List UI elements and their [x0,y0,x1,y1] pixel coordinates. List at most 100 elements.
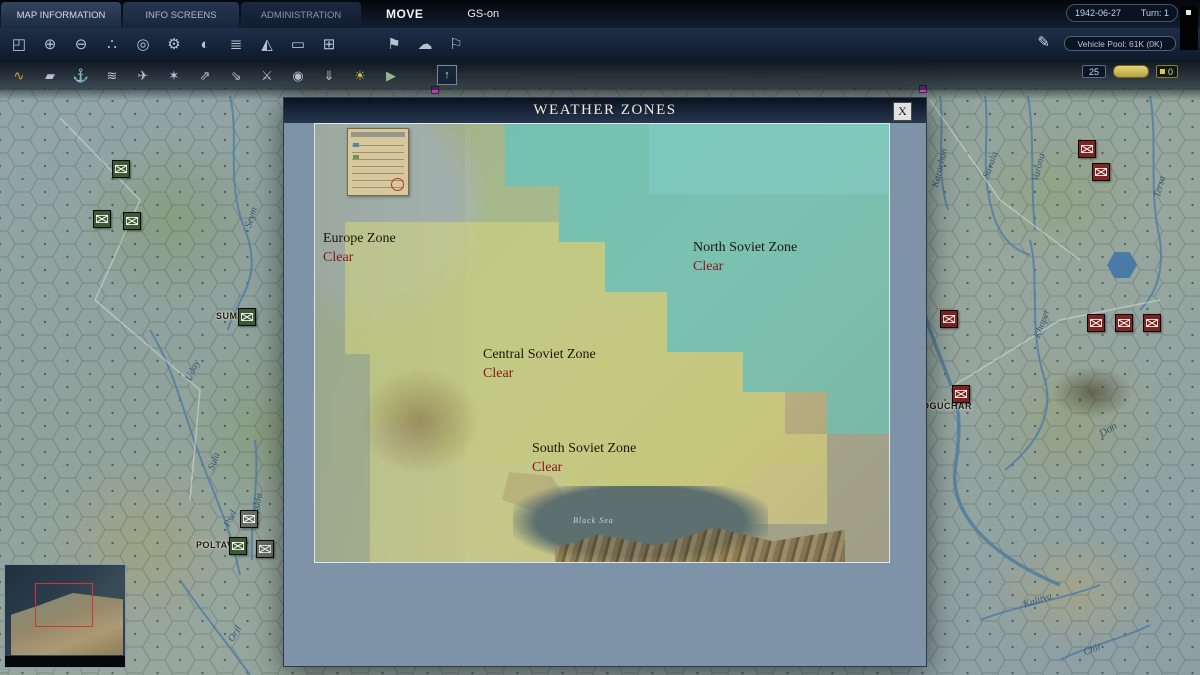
legend-rows [352,139,404,189]
reserve-box: 0 [1156,65,1178,78]
tundra-area [649,124,889,194]
turn-counter: Turn: 1 [1141,8,1169,18]
anti-air-icon[interactable]: ✶ [163,65,185,85]
map-legend [347,128,409,196]
central-soviet-zone-area [315,124,889,562]
tab-move[interactable]: MOVE [364,0,445,28]
map-toolbar: ◰ ⊕ ⊖ ∴ ◎ ⚙ ◐ ≣ ◭ ▭ ⊞ ⚑ ☁ ⚐ ✎ Vehicle Po… [0,28,1200,60]
up-level-button[interactable]: ↑ [437,65,457,85]
navy-icon[interactable]: ⚓ [70,65,92,85]
zoom-in-icon[interactable]: ⊕ [39,33,61,55]
south-soviet-zone-area [315,124,889,562]
minimap-viewport[interactable] [35,583,93,627]
river-label: Varona [1030,152,1048,182]
river-label: Uday [183,359,202,383]
fighter-sweep-icon[interactable]: ⇗ [194,65,216,85]
unit-counter[interactable] [1092,163,1110,181]
tab-administration[interactable]: ADMINISTRATION [241,2,361,28]
forest-patch [1035,355,1150,430]
recon-icon[interactable]: ◉ [287,65,309,85]
airborne-icon[interactable]: ⇓ [318,65,340,85]
carpathian-mountains [355,364,485,479]
zone-name: Europe Zone [323,229,396,248]
vehicle-pool-readout: Vehicle Pool: 61K (0K) [1064,36,1176,51]
legend-chip-green [353,155,359,159]
scroll-handle[interactable] [1186,10,1191,15]
menu-bar: MAP INFORMATION INFO SCREENS ADMINISTRAT… [0,0,1200,28]
north-soviet-zone-area [315,124,889,562]
river-label: Khoper [1032,308,1053,340]
selected-hex-marker[interactable] [1107,252,1137,278]
grid-add-icon[interactable]: ⊞ [318,33,340,55]
zone-name: South Soviet Zone [532,439,636,458]
unit-counter[interactable] [1087,314,1105,332]
europe-zone-area [315,124,465,562]
game-window: Seym Uday Sula Psel Vorskla Oril Karacha… [0,0,1200,675]
unit-counter[interactable] [1143,314,1161,332]
zone-condition: Clear [323,248,396,267]
close-button[interactable]: X [893,102,912,121]
unit-counter[interactable] [240,510,258,528]
ground-attack-icon[interactable]: ⇘ [225,65,247,85]
vehicle-pool-text: Vehicle Pool: 61K (0K) [1077,39,1162,49]
minimap[interactable] [4,564,126,668]
unit-counter[interactable] [1078,140,1096,158]
edit-pencil-icon[interactable]: ✎ [1037,33,1050,51]
river-label: Don [1097,420,1119,440]
zoom-out-icon[interactable]: ⊖ [70,33,92,55]
unit-counter[interactable] [112,160,130,178]
frame-icon[interactable]: ▭ [287,33,309,55]
unit-counter[interactable] [123,212,141,230]
gs-toggle[interactable]: GS-on [449,0,517,28]
river-label: Chir [1082,641,1103,658]
settings-gear-icon[interactable]: ⚙ [163,33,185,55]
pennant-icon[interactable]: ⚐ [445,33,467,55]
river-label: Tersa [1152,175,1168,199]
terrain-patch [40,100,300,340]
zone-condition: Clear [532,458,636,477]
scroll-strip[interactable] [1180,6,1198,50]
contrast-toggle-icon[interactable]: ◐ [194,33,216,55]
zone-name: Central Soviet Zone [483,345,596,364]
air-combat-icon[interactable]: ⚔ [256,65,278,85]
movement-points-box: 25 [1082,65,1106,78]
unit-counter[interactable] [1115,314,1133,332]
unit-counter[interactable] [93,210,111,228]
tab-map-information[interactable]: MAP INFORMATION [1,2,121,28]
reserve-value: 0 [1168,67,1173,77]
weather-icon[interactable]: ☁ [414,33,436,55]
layers-icon[interactable]: ◰ [8,33,30,55]
legend-chip-blue [353,143,359,147]
flag-icon[interactable]: ⚑ [383,33,405,55]
zone-label-south-soviet: South Soviet Zone Clear [532,439,636,477]
next-phase-icon[interactable]: ▶ [380,65,402,85]
river-label: Sula [206,451,222,471]
air-group-icon[interactable]: ✈ [132,65,154,85]
dialog-title: WEATHER ZONES [284,98,926,123]
black-sea [513,486,768,563]
strike-icon[interactable]: ☀ [349,65,371,85]
date-turn-box: 1942-06-27 Turn: 1 [1066,4,1178,22]
zone-label-north-soviet: North Soviet Zone Clear [693,238,797,276]
unit-counter[interactable] [238,308,256,326]
unit-counter[interactable] [952,385,970,403]
unit-counter[interactable] [256,540,274,558]
river-label: Oril [226,624,244,644]
armor-icon[interactable]: ▰ [39,65,61,85]
movement-path-icon[interactable]: ∿ [8,65,30,85]
amphib-icon[interactable]: ≋ [101,65,123,85]
unit-counter[interactable] [940,310,958,328]
unit-counter[interactable] [229,537,247,555]
crimea-peninsula [495,472,565,512]
city-label: SUM [216,311,238,321]
river-label: Kalitva [1022,591,1053,611]
target-icon[interactable]: ◎ [132,33,154,55]
legend-header [351,132,405,137]
stack-icon[interactable]: ≣ [225,33,247,55]
weather-zones-dialog: WEATHER ZONES X Black Sea Europe [283,97,927,667]
unit-cluster-icon[interactable]: ∴ [101,33,123,55]
tab-info-screens[interactable]: INFO SCREENS [123,2,239,28]
legend-stamp [391,178,404,191]
terrain-patch [935,300,1200,550]
elevation-icon[interactable]: ◭ [256,33,278,55]
